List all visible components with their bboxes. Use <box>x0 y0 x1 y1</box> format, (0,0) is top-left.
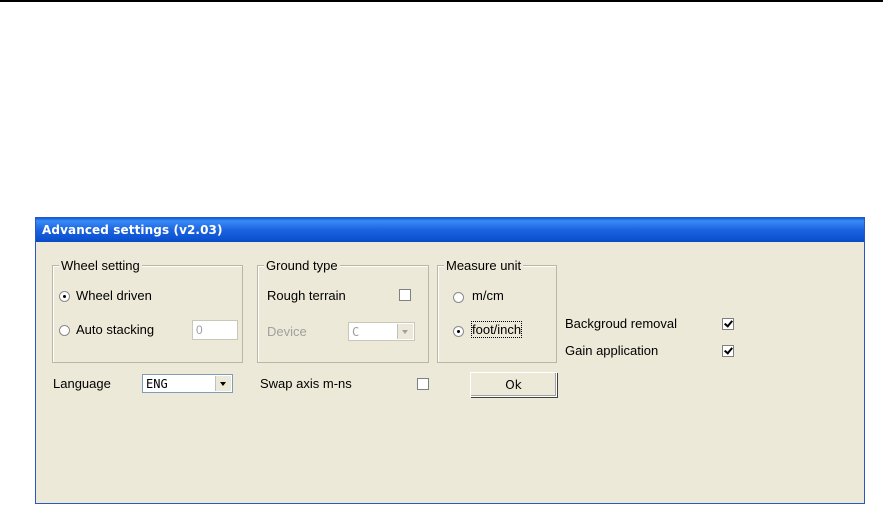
m-cm-radio[interactable] <box>453 292 464 303</box>
background-removal-label: Backgroud removal <box>565 316 677 331</box>
swap-axis-label: Swap axis m-ns <box>260 376 352 391</box>
m-cm-label[interactable]: m/cm <box>472 288 504 303</box>
wheel-setting-group: Wheel setting Wheel driven Auto stacking… <box>52 258 243 363</box>
foot-inch-radio[interactable] <box>453 326 464 337</box>
wheel-setting-legend: Wheel setting <box>59 258 142 273</box>
advanced-settings-dialog: Advanced settings (v2.03) Wheel setting … <box>35 217 865 504</box>
title-bar[interactable]: Advanced settings (v2.03) <box>36 218 864 242</box>
gain-application-checkbox[interactable] <box>722 345 734 357</box>
auto-stacking-value: 0 <box>196 323 203 337</box>
wheel-driven-radio[interactable] <box>59 291 70 302</box>
measure-unit-group: Measure unit m/cm foot/inch <box>437 258 557 363</box>
auto-stacking-input[interactable]: 0 <box>192 320 238 340</box>
ground-type-legend: Ground type <box>264 258 340 273</box>
language-value: ENG <box>146 377 168 391</box>
auto-stacking-label[interactable]: Auto stacking <box>76 322 154 337</box>
device-select[interactable]: C <box>348 322 415 341</box>
window-title: Advanced settings (v2.03) <box>42 223 223 237</box>
auto-stacking-radio[interactable] <box>59 325 70 336</box>
device-label: Device <box>267 324 307 339</box>
wheel-driven-label[interactable]: Wheel driven <box>76 288 152 303</box>
rough-terrain-checkbox[interactable] <box>399 289 411 301</box>
rough-terrain-label: Rough terrain <box>267 288 346 303</box>
gain-application-label: Gain application <box>565 343 659 358</box>
chevron-down-icon[interactable] <box>397 324 413 339</box>
language-select[interactable]: ENG <box>142 374 233 393</box>
ok-button[interactable]: Ok <box>470 372 557 397</box>
measure-unit-legend: Measure unit <box>444 258 524 273</box>
swap-axis-checkbox[interactable] <box>417 378 429 390</box>
device-value: C <box>352 325 360 339</box>
language-label: Language <box>53 376 111 391</box>
ok-button-label: Ok <box>505 378 522 392</box>
top-divider-line <box>0 0 883 2</box>
background-removal-checkbox[interactable] <box>722 318 734 330</box>
chevron-down-icon[interactable] <box>215 376 231 391</box>
ground-type-group: Ground type Rough terrain Device C <box>257 258 429 363</box>
foot-inch-label[interactable]: foot/inch <box>470 321 523 338</box>
